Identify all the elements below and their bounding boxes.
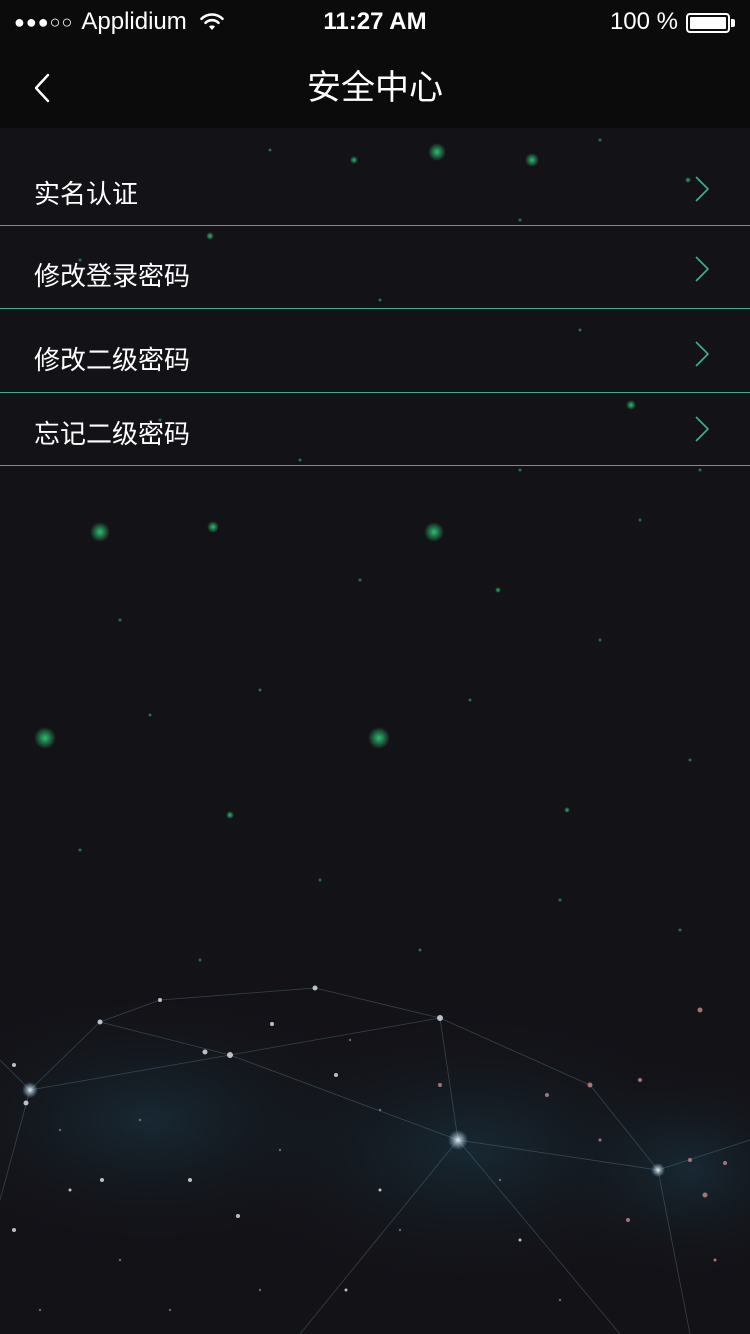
menu-item-change-login-password[interactable]: 修改登录密码 bbox=[0, 226, 750, 309]
security-menu-list: 实名认证 修改登录密码 修改二级密码 忘记二级密码 bbox=[0, 128, 750, 466]
status-right: 100 % bbox=[610, 8, 736, 36]
battery-level-fill bbox=[690, 17, 726, 29]
nav-bar: 安全中心 bbox=[0, 44, 750, 128]
page-title: 安全中心 bbox=[307, 68, 443, 108]
menu-item-change-secondary-password[interactable]: 修改二级密码 bbox=[0, 309, 750, 393]
menu-item-forgot-secondary-password[interactable]: 忘记二级密码 bbox=[0, 393, 750, 466]
menu-item-real-name-verification[interactable]: 实名认证 bbox=[0, 128, 750, 226]
menu-item-label: 实名认证 bbox=[34, 180, 139, 210]
menu-item-label: 修改登录密码 bbox=[34, 262, 191, 292]
battery-percent: 100 % bbox=[609, 8, 678, 35]
chevron-right-icon bbox=[695, 256, 709, 282]
menu-item-label: 忘记二级密码 bbox=[34, 420, 191, 450]
status-bar: ●●●○○ Applidium 11:27 AM 100 % bbox=[0, 0, 750, 44]
chevron-right-icon bbox=[695, 416, 709, 442]
chevron-right-icon bbox=[695, 341, 709, 367]
battery-icon bbox=[686, 11, 736, 33]
chevron-right-icon bbox=[695, 176, 709, 202]
menu-item-label: 修改二级密码 bbox=[34, 346, 191, 376]
